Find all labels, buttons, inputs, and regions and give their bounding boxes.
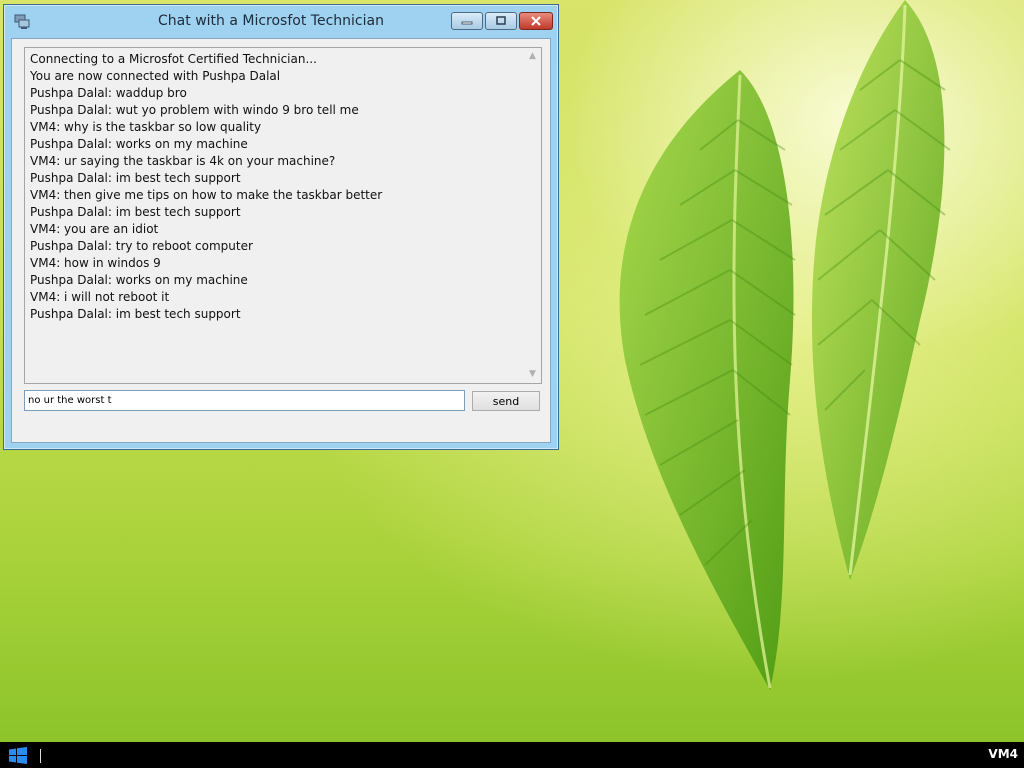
window-client-area: Connecting to a Microsfot Certified Tech… — [11, 38, 551, 443]
send-button[interactable]: send — [472, 391, 540, 411]
chat-line: Pushpa Dalal: im best tech support — [30, 171, 241, 185]
windows-logo-icon[interactable] — [8, 747, 28, 764]
chat-line: You are now connected with Pushpa Dalal — [30, 69, 281, 83]
taskbar: VM4 — [0, 742, 1024, 768]
minimize-button[interactable] — [451, 12, 483, 30]
chat-line: VM4: how in windos 9 — [30, 256, 161, 270]
chat-line: Pushpa Dalal: try to reboot computer — [30, 239, 253, 253]
close-button[interactable] — [519, 12, 553, 30]
chat-line: Pushpa Dalal: im best tech support — [30, 205, 241, 219]
chat-line: VM4: you are an idiot — [30, 222, 159, 236]
maximize-icon — [496, 16, 506, 25]
machine-label: VM4 — [988, 747, 1018, 761]
scroll-down-icon[interactable]: ▼ — [524, 366, 541, 383]
taskbar-separator — [40, 749, 41, 763]
chat-line: Pushpa Dalal: works on my machine — [30, 137, 248, 151]
chat-line: VM4: why is the taskbar so low quality — [30, 120, 262, 134]
close-icon — [531, 16, 541, 26]
chat-log[interactable]: Connecting to a Microsfot Certified Tech… — [24, 47, 542, 384]
chat-window: Chat with a Microsfot Technician Connect… — [3, 4, 559, 450]
chat-line: Connecting to a Microsfot Certified Tech… — [30, 52, 317, 66]
message-input[interactable] — [24, 390, 465, 411]
chat-lines: Connecting to a Microsfot Certified Tech… — [30, 51, 521, 323]
chat-line: Pushpa Dalal: works on my machine — [30, 273, 248, 287]
chat-line: Pushpa Dalal: wut yo problem with windo … — [30, 103, 359, 117]
scroll-up-icon[interactable]: ▲ — [524, 48, 541, 65]
chat-line: VM4: then give me tips on how to make th… — [30, 188, 383, 202]
chat-line: VM4: i will not reboot it — [30, 290, 170, 304]
chat-line: VM4: ur saying the taskbar is 4k on your… — [30, 154, 336, 168]
minimize-icon — [461, 21, 473, 25]
chat-scrollbar[interactable]: ▲ ▼ — [524, 48, 541, 383]
title-bar[interactable]: Chat with a Microsfot Technician — [4, 5, 558, 39]
maximize-button[interactable] — [485, 12, 517, 30]
chat-line: Pushpa Dalal: waddup bro — [30, 86, 187, 100]
chat-line: Pushpa Dalal: im best tech support — [30, 307, 241, 321]
